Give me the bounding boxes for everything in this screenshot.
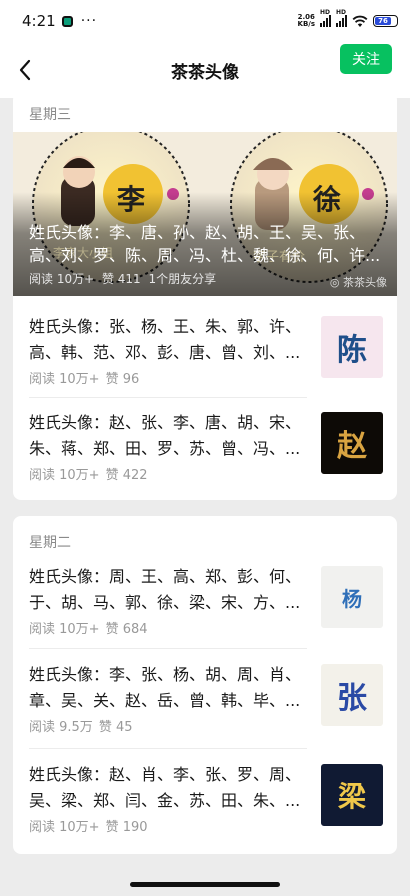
thumbnail-char: 张	[337, 681, 367, 716]
list-item[interactable]: 姓氏头像：赵、张、李、唐、胡、宋、朱、蒋、郑、田、罗、苏、曾、冯、... 阅读 …	[29, 410, 383, 483]
featured-title: 姓氏头像：李、唐、孙、赵、胡、王、吴、张、高、刘、罗、陈、周、冯、杜、魏、徐、何…	[29, 223, 381, 265]
divider	[29, 648, 307, 649]
article-thumbnail: 梁	[321, 764, 383, 826]
list-item[interactable]: 姓氏头像：赵、肖、李、张、罗、周、吴、梁、郑、闫、金、苏、田、朱、... 阅读 …	[29, 762, 383, 835]
article-likes: 赞 684	[105, 622, 148, 637]
article-title: 姓氏头像：李、张、杨、胡、周、肖、章、吴、关、赵、岳、曾、韩、毕、...	[29, 665, 302, 710]
signal-icon-2: HD	[336, 9, 347, 27]
article-title: 姓氏头像：周、王、高、郑、彭、何、于、胡、马、郭、徐、梁、宋、方、...	[29, 567, 302, 612]
list-item[interactable]: 姓氏头像：周、王、高、郑、彭、何、于、胡、马、郭、徐、梁、宋、方、... 阅读 …	[29, 564, 383, 637]
article-likes: 赞 45	[98, 720, 133, 735]
featured-likes: 赞 411	[101, 272, 141, 286]
article-reads: 阅读 10万+	[29, 622, 100, 637]
article-reads: 阅读 10万+	[29, 820, 100, 835]
thumbnail-char: 杨	[342, 586, 362, 611]
list-item[interactable]: 姓氏头像：张、杨、王、朱、郭、许、高、韩、范、邓、彭、唐、曾、刘、... 阅读 …	[29, 314, 383, 387]
hd-label-2: HD	[336, 9, 347, 16]
thumbnail-char: 陈	[337, 333, 367, 368]
article-group-card: 星期二 姓氏头像：周、王、高、郑、彭、何、于、胡、马、郭、徐、梁、宋、方、...…	[13, 516, 397, 854]
back-button[interactable]	[14, 56, 40, 84]
article-title: 姓氏头像：张、杨、王、朱、郭、许、高、韩、范、邓、彭、唐、曾、刘、...	[29, 317, 302, 362]
article-likes: 赞 190	[105, 820, 148, 835]
featured-shares: 1个朋友分享	[148, 272, 217, 286]
status-time: 4:21	[22, 12, 56, 30]
article-likes: 赞 422	[105, 468, 148, 483]
status-bar: 4:21 ··· 2.06 KB/s HD HD 76	[0, 0, 410, 42]
network-speed-unit: KB/s	[297, 20, 315, 28]
featured-reads: 阅读 10万+	[29, 272, 95, 286]
follow-button[interactable]: 关注	[340, 44, 392, 74]
chevron-left-icon	[19, 59, 31, 81]
day-label: 星期二	[29, 535, 71, 551]
battery-icon: 76	[373, 15, 398, 27]
featured-meta: 阅读 10万+ 赞 411 1个朋友分享	[29, 270, 220, 287]
wifi-icon	[352, 15, 368, 27]
thumbnail-char: 赵	[337, 429, 367, 464]
list-item[interactable]: 姓氏头像：李、张、杨、胡、周、肖、章、吴、关、赵、岳、曾、韩、毕、... 阅读 …	[29, 662, 383, 735]
article-thumbnail: 张	[321, 664, 383, 726]
article-title: 姓氏头像：赵、张、李、唐、胡、宋、朱、蒋、郑、田、罗、苏、曾、冯、...	[29, 413, 302, 458]
battery-level: 76	[375, 17, 391, 25]
article-likes: 赞 96	[105, 372, 140, 387]
status-indicators: 2.06 KB/s HD HD 76	[298, 9, 398, 28]
watermark-logo-icon: ◎	[329, 276, 343, 289]
article-reads: 阅读 9.5万	[29, 720, 93, 735]
article-reads: 阅读 10万+	[29, 468, 100, 483]
signal-icon: HD	[320, 9, 331, 27]
home-indicator[interactable]	[130, 882, 280, 887]
network-speed: 2.06 KB/s	[298, 14, 315, 28]
article-reads: 阅读 10万+	[29, 372, 100, 387]
featured-article[interactable]: 李 徐 李家大小姐 字子有价 姓氏头像：李、唐、孙、赵、胡、王、吴、张、高、刘、…	[13, 132, 397, 296]
hd-label: HD	[320, 9, 331, 16]
article-thumbnail: 赵	[321, 412, 383, 474]
article-thumbnail: 陈	[321, 316, 383, 378]
article-title: 姓氏头像：赵、肖、李、张、罗、周、吴、梁、郑、闫、金、苏、田、朱、...	[29, 765, 302, 810]
thumbnail-char: 梁	[337, 780, 366, 813]
app-notification-icon	[61, 15, 73, 27]
watermark-text: 茶茶头像	[343, 276, 387, 289]
featured-watermark: ◎ 茶茶头像	[330, 274, 387, 290]
day-label: 星期三	[29, 107, 71, 123]
divider	[29, 748, 307, 749]
divider	[29, 397, 307, 398]
more-notifications-icon: ···	[80, 13, 98, 29]
article-thumbnail: 杨	[321, 566, 383, 628]
article-group-card: 星期三 李 徐 李家大小姐 字子有价	[13, 92, 397, 500]
